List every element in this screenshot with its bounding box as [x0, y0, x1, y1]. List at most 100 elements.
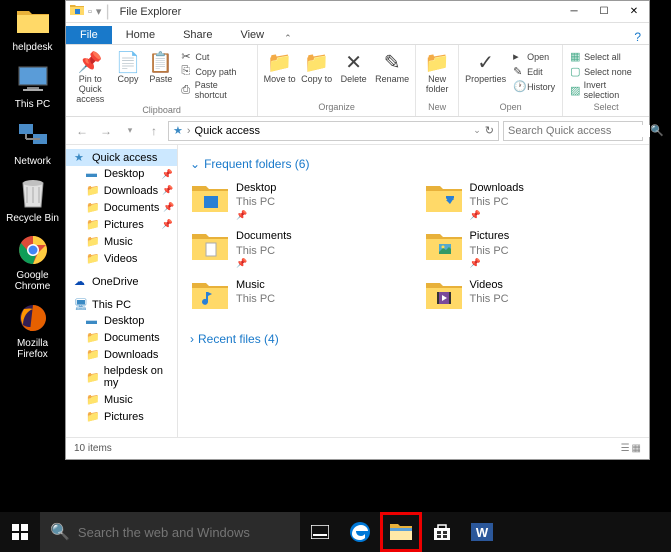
- refresh-icon[interactable]: ↻: [485, 124, 494, 137]
- folder-item-downloads[interactable]: DownloadsThis PC📌: [424, 179, 638, 223]
- folder-item-videos[interactable]: VideosThis PC: [424, 276, 638, 316]
- cut-button[interactable]: ✂Cut: [178, 49, 253, 64]
- tab-file[interactable]: File: [66, 26, 112, 44]
- folder-item-documents[interactable]: DocumentsThis PC📌: [190, 227, 404, 271]
- taskbar-edge[interactable]: [340, 512, 380, 552]
- nav-item-videos[interactable]: 📁Videos: [66, 250, 177, 267]
- content-pane[interactable]: ⌄Frequent folders (6) DesktopThis PC📌 Do…: [178, 145, 649, 437]
- properties-button[interactable]: ✓Properties: [463, 47, 508, 102]
- address-bar: ← → ▾ ↑ ★ › Quick access ⌄ ↻ 🔍: [66, 117, 649, 145]
- taskbar-word[interactable]: W: [462, 512, 502, 552]
- folder-name: Music: [236, 278, 275, 292]
- ribbon-expand-icon[interactable]: ⌃: [278, 33, 298, 44]
- nav-item-pictures[interactable]: 📁Pictures📌: [66, 216, 177, 233]
- button-label: Open: [527, 52, 549, 62]
- tab-home[interactable]: Home: [112, 26, 169, 44]
- qat-button[interactable]: ▫: [88, 6, 92, 18]
- nav-label: Downloads: [104, 185, 158, 197]
- maximize-button[interactable]: ☐: [589, 1, 619, 23]
- address-box[interactable]: ★ › Quick access ⌄ ↻: [168, 121, 499, 141]
- task-view-button[interactable]: [300, 512, 340, 552]
- nav-label: Quick access: [92, 152, 157, 164]
- help-icon[interactable]: ?: [626, 30, 649, 44]
- taskbar-store[interactable]: [422, 512, 462, 552]
- icons-view-button[interactable]: ▦: [632, 443, 641, 454]
- chrome-icon: [15, 232, 51, 268]
- desktop-icon-label: This PC: [2, 99, 63, 110]
- tab-view[interactable]: View: [226, 26, 278, 44]
- nav-pc-desktop[interactable]: ▬Desktop: [66, 313, 177, 329]
- titlebar[interactable]: ▫ ▾ | File Explorer ─ ☐ ✕: [66, 1, 649, 23]
- nav-pc-documents[interactable]: 📁Documents: [66, 329, 177, 346]
- qat-button[interactable]: ▾: [96, 5, 102, 18]
- nav-item-music[interactable]: 📁Music: [66, 233, 177, 250]
- nav-onedrive[interactable]: ☁OneDrive: [66, 273, 177, 290]
- dropdown-icon[interactable]: ⌄: [473, 125, 481, 136]
- close-button[interactable]: ✕: [619, 1, 649, 23]
- nav-thispc[interactable]: 🖥This PC: [66, 296, 177, 313]
- desktop-icon-thispc[interactable]: This PC: [0, 57, 65, 114]
- move-to-button[interactable]: 📁Move to: [262, 47, 297, 102]
- pictures-icon: 📁: [86, 410, 100, 423]
- minimize-button[interactable]: ─: [559, 1, 589, 23]
- taskbar-file-explorer[interactable]: [380, 512, 422, 552]
- folder-item-music[interactable]: MusicThis PC: [190, 276, 404, 316]
- folder-location: This PC: [236, 195, 276, 209]
- folder-item-pictures[interactable]: PicturesThis PC📌: [424, 227, 638, 271]
- taskbar-search[interactable]: 🔍: [40, 512, 300, 552]
- desktop: helpdesk This PC Network Recycle Bin Goo…: [0, 0, 65, 500]
- paste-button[interactable]: 📋Paste: [145, 47, 176, 105]
- taskbar: 🔍 W: [0, 512, 671, 552]
- desktop-icon-network[interactable]: Network: [0, 114, 65, 171]
- history-button[interactable]: 🕐History: [510, 79, 558, 94]
- button-label: Paste shortcut: [195, 80, 250, 100]
- desktop-icon-helpdesk[interactable]: helpdesk: [0, 0, 65, 57]
- start-button[interactable]: [0, 512, 40, 552]
- nav-quick-access[interactable]: ★Quick access: [66, 149, 177, 166]
- copy-button[interactable]: 📄Copy: [113, 47, 144, 105]
- desktop-icon-chrome[interactable]: Google Chrome: [0, 228, 65, 296]
- copy-path-button[interactable]: ⎘Copy path: [178, 64, 253, 79]
- search-input[interactable]: [508, 125, 650, 137]
- folder-item-desktop[interactable]: DesktopThis PC📌: [190, 179, 404, 223]
- tab-share[interactable]: Share: [169, 26, 226, 44]
- button-label: Delete: [341, 75, 367, 85]
- recent-button[interactable]: ▾: [120, 121, 140, 141]
- videos-folder-icon: [426, 278, 462, 314]
- taskbar-search-input[interactable]: [78, 525, 290, 540]
- invert-selection-button[interactable]: ▨Invert selection: [567, 79, 645, 101]
- select-none-button[interactable]: ▢Select none: [567, 64, 645, 79]
- back-button[interactable]: ←: [72, 121, 92, 141]
- edit-button[interactable]: ✎Edit: [510, 64, 558, 79]
- paste-shortcut-button[interactable]: ⎙Paste shortcut: [178, 79, 253, 101]
- ribbon: 📌Pin to Quick access 📄Copy 📋Paste ✂Cut ⎘…: [66, 45, 649, 117]
- downloads-icon: 📁: [86, 184, 100, 197]
- desktop-icon-recyclebin[interactable]: Recycle Bin: [0, 171, 65, 228]
- nav-item-documents[interactable]: 📁Documents📌: [66, 199, 177, 216]
- up-button[interactable]: ↑: [144, 121, 164, 141]
- rename-button[interactable]: ✎Rename: [373, 47, 411, 102]
- nav-pc-downloads[interactable]: 📁Downloads: [66, 346, 177, 363]
- nav-pc-pictures[interactable]: 📁Pictures: [66, 408, 177, 425]
- forward-button[interactable]: →: [96, 121, 116, 141]
- button-label: Properties: [465, 75, 506, 85]
- recent-files-header[interactable]: ›Recent files (4): [190, 328, 637, 354]
- nav-item-downloads[interactable]: 📁Downloads📌: [66, 182, 177, 199]
- nav-item-desktop[interactable]: ▬Desktop📌: [66, 166, 177, 182]
- details-view-button[interactable]: ☰: [621, 443, 630, 454]
- nav-pc-music[interactable]: 📁Music: [66, 391, 177, 408]
- frequent-folders-header[interactable]: ⌄Frequent folders (6): [190, 153, 637, 179]
- select-all-button[interactable]: ▦Select all: [567, 49, 645, 64]
- downloads-folder-icon: [426, 181, 462, 217]
- pin-button[interactable]: 📌Pin to Quick access: [70, 47, 111, 105]
- nav-pc-helpdesk[interactable]: 📁helpdesk on my: [66, 363, 177, 391]
- copy-to-button[interactable]: 📁Copy to: [299, 47, 334, 102]
- ribbon-tabs: File Home Share View ⌃ ?: [66, 23, 649, 45]
- new-folder-button[interactable]: 📁New folder: [420, 47, 454, 102]
- delete-button[interactable]: ✕Delete: [336, 47, 371, 102]
- desktop-icon-firefox[interactable]: Mozilla Firefox: [0, 296, 65, 364]
- search-box[interactable]: 🔍: [503, 121, 643, 141]
- navigation-pane[interactable]: ★Quick access ▬Desktop📌 📁Downloads📌 📁Doc…: [66, 145, 178, 437]
- open-button[interactable]: ▸Open: [510, 49, 558, 64]
- search-icon[interactable]: 🔍: [650, 124, 664, 137]
